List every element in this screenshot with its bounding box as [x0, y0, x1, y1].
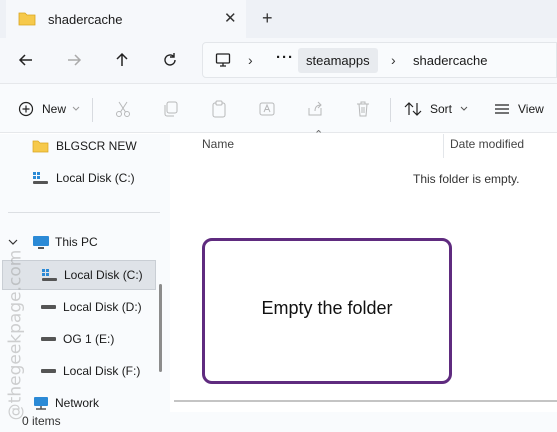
share-icon [308, 101, 322, 116]
sidebar-item-local-disk-d[interactable]: Local Disk (D:) [40, 295, 160, 319]
horizontal-scrollbar[interactable] [174, 400, 557, 402]
new-tab-button[interactable]: + [262, 8, 273, 29]
windows-drive-icon [33, 172, 48, 184]
column-header-date-modified[interactable]: Date modified [450, 137, 524, 151]
sidebar-item-label: Local Disk (C:) [56, 171, 135, 185]
sidebar-item-og-1-e[interactable]: OG 1 (E:) [40, 327, 160, 351]
navigation-bar: › ··· steamapps › shadercache [0, 38, 557, 83]
sort-button[interactable]: Sort [404, 99, 468, 119]
close-tab-button[interactable]: ✕ [224, 9, 237, 27]
computer-icon[interactable] [215, 52, 231, 71]
divider [8, 212, 160, 213]
watermark: @thegeekpage.com [2, 240, 28, 430]
sidebar-item-label: BLGSCR NEW [56, 139, 137, 153]
arrow-left-icon [18, 54, 32, 66]
folder-icon [32, 140, 49, 153]
sidebar-item-label: Local Disk (C:) [64, 268, 143, 282]
breadcrumb-steamapps[interactable]: steamapps [298, 48, 378, 73]
forward-button[interactable] [64, 50, 84, 70]
cut-button[interactable] [114, 99, 132, 119]
scissors-icon [116, 101, 130, 117]
sidebar-item-label: OG 1 (E:) [63, 332, 115, 346]
column-header-name[interactable]: Name [202, 137, 234, 151]
trash-icon [357, 101, 369, 117]
sidebar-item-blgscr-new[interactable]: BLGSCR NEW [32, 134, 160, 158]
status-bar: 0 items [0, 412, 557, 432]
divider [92, 98, 93, 122]
column-divider[interactable] [443, 134, 444, 158]
chevron-down-icon [460, 106, 468, 111]
share-button[interactable] [306, 99, 324, 119]
command-bar: New Sort View [0, 83, 557, 133]
rename-icon [259, 102, 275, 116]
sort-caret-icon: ⌃ [314, 129, 324, 141]
folder-icon [18, 11, 36, 29]
back-button[interactable] [16, 50, 36, 70]
view-button[interactable]: View [494, 99, 544, 119]
drive-icon [41, 369, 56, 373]
clipboard-icon [212, 100, 226, 118]
delete-button[interactable] [354, 99, 372, 119]
paste-button[interactable] [210, 99, 228, 119]
sidebar-item-label: This PC [55, 235, 98, 249]
refresh-icon [164, 53, 176, 66]
hidden-path-button[interactable]: ··· [276, 49, 294, 66]
computer-icon [33, 235, 49, 249]
drive-icon [41, 337, 56, 341]
tab-shadercache[interactable]: shadercache ✕ [6, 0, 246, 38]
copy-icon [164, 101, 178, 117]
watermark-text: @thegeekpage.com [5, 249, 25, 421]
chevron-right-icon[interactable]: › [391, 52, 396, 68]
callout-text: Empty the folder [261, 297, 393, 318]
drive-icon [41, 305, 56, 309]
up-button[interactable] [112, 50, 132, 70]
new-label: New [42, 102, 67, 116]
divider [390, 98, 391, 122]
sidebar-item-local-disk-c-quick[interactable]: Local Disk (C:) [32, 166, 160, 190]
breadcrumb-shadercache[interactable]: shadercache [413, 53, 487, 68]
sidebar-item-local-disk-f[interactable]: Local Disk (F:) [40, 359, 160, 383]
empty-folder-message: This folder is empty. [413, 172, 520, 186]
copy-button[interactable] [162, 99, 180, 119]
address-bar[interactable]: › ··· steamapps › shadercache [202, 42, 557, 78]
rename-button[interactable] [258, 99, 276, 119]
annotation-callout: Empty the folder [202, 238, 452, 384]
arrow-up-icon [116, 52, 128, 66]
windows-drive-icon [42, 269, 57, 281]
chevron-right-icon[interactable]: › [248, 52, 253, 68]
sidebar-item-label: Local Disk (F:) [63, 364, 141, 378]
sidebar-item-label: Network [55, 396, 100, 410]
sidebar-item-this-pc[interactable]: This PC [8, 230, 160, 254]
network-icon [34, 396, 48, 410]
sort-icon [404, 102, 422, 116]
new-button[interactable]: New [18, 99, 80, 119]
sidebar-item-label: Local Disk (D:) [63, 300, 142, 314]
refresh-button[interactable] [160, 50, 180, 70]
tab-label: shadercache [48, 12, 123, 27]
arrow-right-icon [68, 54, 82, 66]
scrollbar[interactable] [159, 284, 162, 372]
view-list-icon [495, 104, 509, 114]
chevron-down-icon [72, 106, 80, 111]
plus-circle-icon [18, 101, 34, 117]
title-bar: shadercache ✕ + [0, 0, 557, 38]
view-label: View [518, 102, 544, 116]
sort-label: Sort [430, 102, 453, 116]
